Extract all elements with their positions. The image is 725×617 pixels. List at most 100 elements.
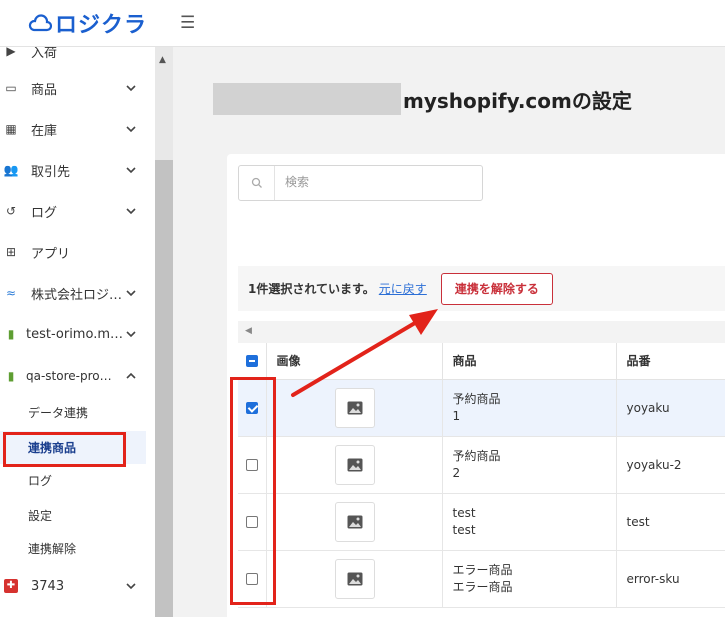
shopify-icon: ▮ <box>7 327 15 341</box>
annotation-highlight-checkboxes <box>230 377 276 605</box>
sub-item-log[interactable]: ログ <box>0 464 146 497</box>
column-header-product: 商品 <box>442 343 617 380</box>
scroll-up-icon[interactable]: ▲ <box>159 55 166 65</box>
sub-item-unlink[interactable]: 連携解除 <box>0 532 146 565</box>
sku-cell: yoyaku <box>616 379 725 437</box>
sidebar-item-company[interactable]: ≈ 株式会社ロジ… <box>0 276 146 310</box>
column-header-sku: 品番 <box>616 343 725 380</box>
sidebar: ▶ 入荷 ▭ 商品 ▦ 在庫 👥 取引先 ↺ ログ ⊞ アプリ ≈ 株式会社ロジ… <box>0 47 155 617</box>
image-icon <box>347 401 362 414</box>
table-row[interactable]: test test test <box>238 493 725 551</box>
sidebar-item-inventory[interactable]: ▦ 在庫 <box>0 112 146 146</box>
sku-cell: error-sku <box>616 550 725 608</box>
selection-bar: 1件選択されています。 元に戻す 連携を解除する <box>238 266 725 311</box>
sidebar-item-shopify-store-2[interactable]: ▮ qa-store-pro… <box>0 359 146 393</box>
image-icon <box>347 572 362 585</box>
product-name-line1: test <box>452 505 476 520</box>
product-name-cell: エラー商品 エラー商品 <box>442 550 617 608</box>
image-cell <box>266 493 443 551</box>
chevron-down-icon <box>126 167 136 174</box>
search-box <box>238 165 483 201</box>
product-name-line2: test <box>452 522 476 537</box>
chevron-down-icon <box>126 85 136 92</box>
undo-link[interactable]: 元に戻す <box>379 280 427 297</box>
top-bar: ロジクラ ☰ <box>0 0 725 47</box>
sidebar-item-products[interactable]: ▭ 商品 <box>0 71 146 105</box>
sidebar-item-label: 3743 <box>31 578 65 594</box>
image-cell <box>266 436 443 494</box>
chevron-down-icon <box>126 331 136 338</box>
sidebar-item-label: アプリ <box>31 246 71 262</box>
product-image-placeholder <box>334 387 375 428</box>
sku-cell: test <box>616 493 725 551</box>
table-row[interactable]: 予約商品 1 yoyaku <box>238 379 725 437</box>
product-image-placeholder <box>334 501 375 542</box>
selection-count-text: 1件選択されています。 <box>248 282 375 296</box>
sidebar-item-apps[interactable]: ⊞ アプリ <box>0 235 146 269</box>
table-horizontal-scrollbar[interactable]: ◀ <box>238 321 725 343</box>
sidebar-item-log[interactable]: ↺ ログ <box>0 194 146 228</box>
plus-square-icon: ⊞ <box>5 245 17 259</box>
image-cell <box>266 550 443 608</box>
cloud-icon <box>28 14 52 32</box>
sidebar-item-label: 入荷 <box>31 47 58 61</box>
app-icon: ✚ <box>4 579 18 593</box>
sidebar-item-label: 株式会社ロジ… <box>31 287 123 303</box>
sidebar-item-partners[interactable]: 👥 取引先 <box>0 153 146 187</box>
products-table: 画像 商品 品番 予約商品 1 yoyaku 予約商品 2 yoyaku-2 t… <box>238 343 725 608</box>
product-name-line2: 1 <box>452 408 461 423</box>
select-all-cell <box>238 343 267 380</box>
table-row[interactable]: 予約商品 2 yoyaku-2 <box>238 436 725 494</box>
sidebar-item-label: 在庫 <box>31 123 58 139</box>
sidebar-item-label: ログ <box>31 205 58 221</box>
product-name-line1: 予約商品 <box>452 448 501 463</box>
sidebar-item-label: qa-store-pro… <box>26 369 112 383</box>
image-icon <box>347 515 362 528</box>
sidebar-item-3743[interactable]: ✚ 3743 <box>0 569 146 603</box>
image-icon <box>347 458 362 471</box>
page-title: myshopify.comの設定 <box>403 88 632 113</box>
chevron-down-icon <box>126 208 136 215</box>
sidebar-item-label: 商品 <box>31 82 58 98</box>
product-name-cell: test test <box>442 493 617 551</box>
box-icon: ▭ <box>5 81 17 95</box>
sub-item-data-sync[interactable]: データ連携 <box>0 396 146 429</box>
product-image-placeholder <box>334 444 375 485</box>
sidebar-item-arrivals[interactable]: ▶ 入荷 <box>0 47 146 68</box>
chevron-down-icon <box>126 126 136 133</box>
redacted-store-name <box>213 83 401 115</box>
sidebar-scrollbar-thumb[interactable] <box>155 160 173 617</box>
page-title-row: myshopify.comの設定 <box>213 83 632 115</box>
logo[interactable]: ロジクラ <box>28 7 147 39</box>
annotation-highlight-linked-products <box>3 432 126 467</box>
sidebar-item-label: 取引先 <box>31 164 71 180</box>
select-all-checkbox[interactable] <box>246 355 258 368</box>
shopify-icon: ▮ <box>7 369 15 383</box>
product-name-line1: 予約商品 <box>452 391 501 406</box>
product-name-cell: 予約商品 2 <box>442 436 617 494</box>
image-cell <box>266 379 443 437</box>
table-header-row: 画像 商品 品番 <box>238 343 725 380</box>
product-image-placeholder <box>334 558 375 599</box>
scroll-left-icon[interactable]: ◀ <box>245 326 252 336</box>
logo-text: ロジクラ <box>55 13 148 38</box>
sub-item-settings[interactable]: 設定 <box>0 499 146 532</box>
chevron-up-icon <box>126 372 136 379</box>
unlink-button[interactable]: 連携を解除する <box>440 272 553 305</box>
product-name-cell: 予約商品 1 <box>442 379 617 437</box>
sku-cell: yoyaku-2 <box>616 436 725 494</box>
product-name-line1: エラー商品 <box>452 562 513 577</box>
search-input[interactable] <box>285 175 465 189</box>
products-card: 1件選択されています。 元に戻す 連携を解除する ◀ 画像 商品 品番 予約商 <box>227 154 725 617</box>
table-row[interactable]: エラー商品 エラー商品 error-sku <box>238 550 725 608</box>
product-name-line2: 2 <box>452 465 461 480</box>
chevron-down-icon <box>126 583 136 590</box>
column-header-image: 画像 <box>266 343 443 380</box>
users-icon: 👥 <box>3 163 19 177</box>
wave-icon: ≈ <box>5 286 17 300</box>
hamburger-menu-icon[interactable]: ☰ <box>180 13 195 33</box>
history-icon: ↺ <box>5 204 17 218</box>
sidebar-item-shopify-store-1[interactable]: ▮ test-orimo.m… <box>0 317 146 351</box>
product-name-line2: エラー商品 <box>452 579 513 594</box>
sidebar-item-label: test-orimo.m… <box>26 326 123 342</box>
